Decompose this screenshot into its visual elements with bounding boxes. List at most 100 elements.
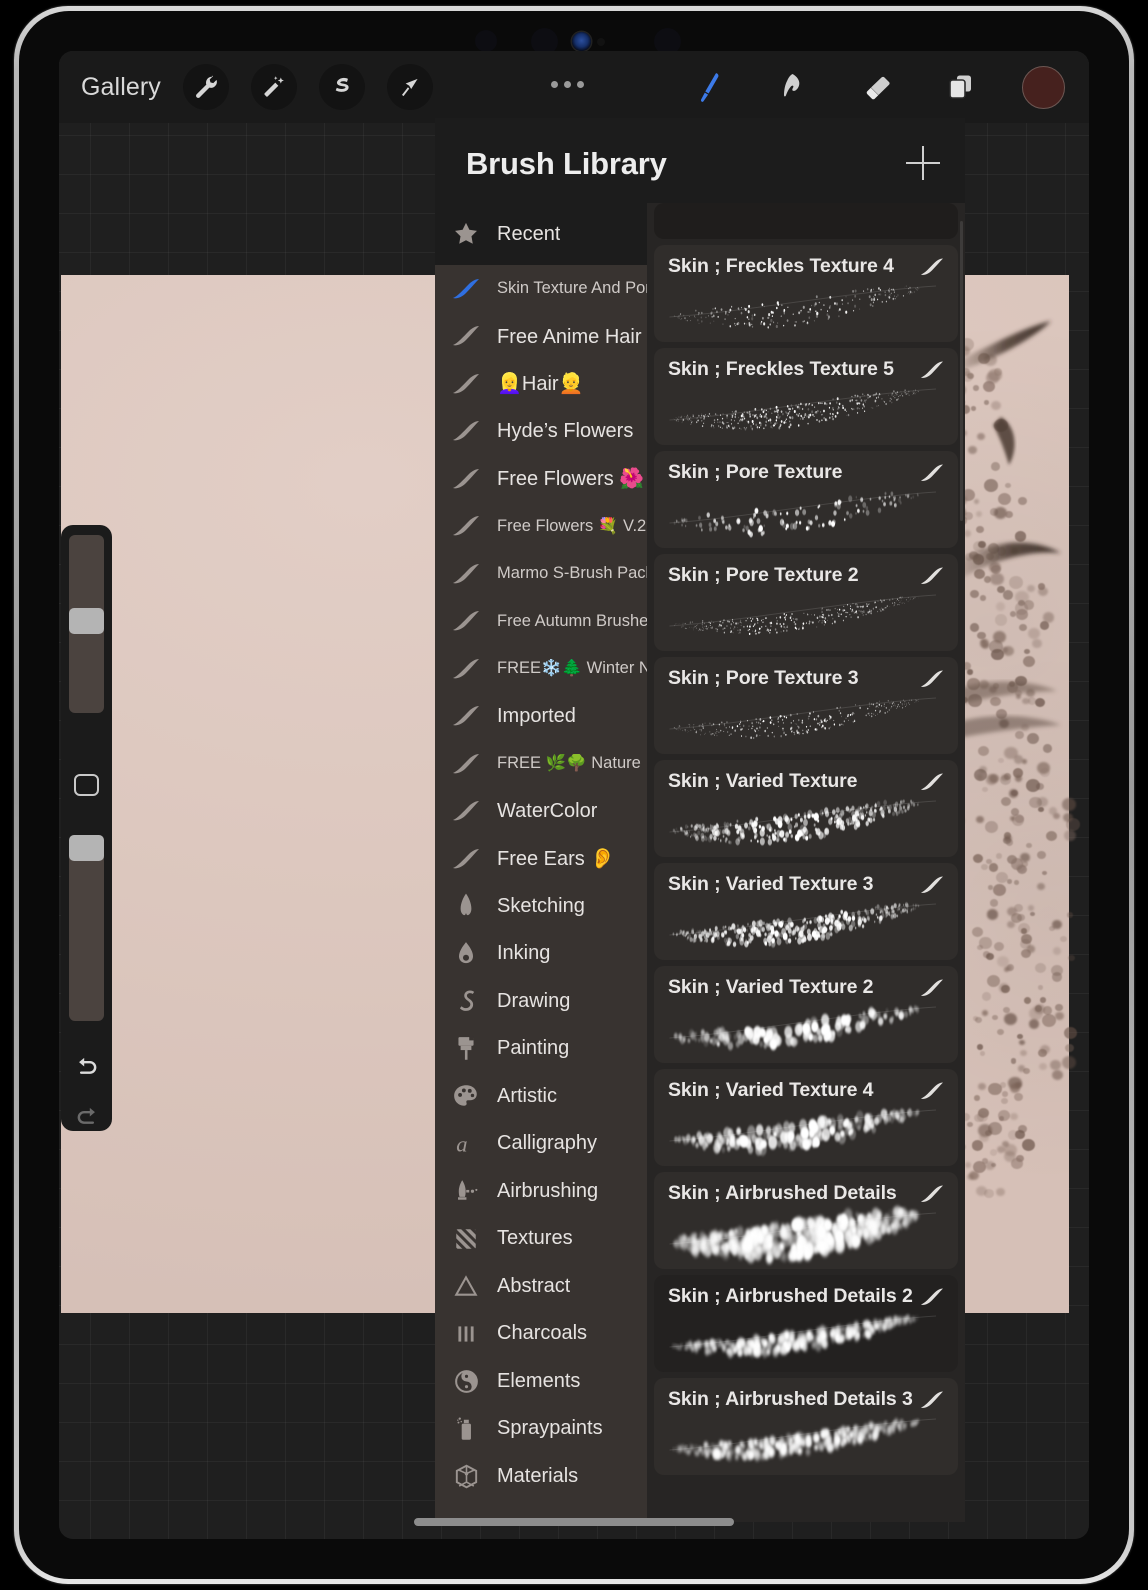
top-toolbar: Gallery <box>59 51 1089 123</box>
sidebar-item-sketching[interactable]: Sketching <box>435 883 647 931</box>
sidebar-item-imported[interactable]: Imported <box>435 693 647 741</box>
brush-swish-icon <box>435 608 497 634</box>
brush-item-name: Skin ; Pore Texture 3 <box>668 667 859 689</box>
sidebar-item-label: Free Anime Hair 👱‍♀️ <box>497 325 647 348</box>
brush-item[interactable]: Skin ; Airbrushed Details 2 <box>654 1275 958 1372</box>
brush-item[interactable]: Skin ; Airbrushed Details 3 <box>654 1378 958 1475</box>
brush-size-thumb[interactable] <box>69 607 104 634</box>
brush-swish-icon <box>435 276 497 302</box>
undo-button[interactable] <box>72 1053 102 1083</box>
scribble-icon <box>435 987 497 1015</box>
brush-item[interactable]: Skin ; Freckles Texture 4 <box>654 245 958 342</box>
brush-item-name: Skin ; Varied Texture 2 <box>668 976 874 998</box>
redo-button[interactable] <box>72 1103 102 1133</box>
brush-item-name: Skin ; Freckles Texture 5 <box>668 358 894 380</box>
brush-category-list[interactable]: Recent Skin Texture And Por… Free Anime Ha… <box>435 203 647 1522</box>
brush-swish-icon <box>435 561 497 587</box>
brush-item[interactable]: Skin ; Varied Texture 2 <box>654 966 958 1063</box>
brush-item[interactable]: Skin ; Pore Texture 2 <box>654 554 958 651</box>
smudge-icon <box>784 74 800 97</box>
modify-square-button[interactable] <box>74 774 99 796</box>
more-options-button[interactable] <box>551 81 584 88</box>
sidebar-item-free-nature[interactable]: FREE 🌿🌳 Nature <box>435 740 647 788</box>
color-swatch-button[interactable] <box>1022 65 1065 109</box>
brush-item[interactable]: Skin ; Freckles Texture 5 <box>654 348 958 445</box>
brush-item[interactable]: Skin ; Pore Texture 3 <box>654 657 958 754</box>
brush-library-header: Brush Library <box>435 118 965 203</box>
add-brush-set-button[interactable] <box>906 146 940 180</box>
erase-tool-button[interactable] <box>854 65 898 109</box>
sidebar-item-elements[interactable]: Elements <box>435 1358 647 1406</box>
brush-swish-icon <box>435 513 497 539</box>
sidebar-item-calligraphy[interactable]: a Calligraphy <box>435 1120 647 1168</box>
redo-icon <box>77 1107 95 1124</box>
brush-item[interactable]: Skin ; Airbrushed Details <box>654 1172 958 1269</box>
letter-a-icon: a <box>435 1130 497 1158</box>
sidebar-item-marmo-s-brush-pack[interactable]: Marmo S-Brush Pack <box>435 550 647 598</box>
sidebar-item-inking[interactable]: Inking <box>435 930 647 978</box>
brush-swish-icon <box>435 323 497 349</box>
sidebar-item-recent[interactable]: Recent <box>435 203 647 265</box>
brush-item-list[interactable]: Skin ; Freckles Texture 4 Skin ; Freckles… <box>647 203 965 1522</box>
sidebar-item-label: Sketching <box>497 894 585 917</box>
smudge-tool-button[interactable] <box>770 65 814 109</box>
home-indicator[interactable] <box>414 1518 734 1526</box>
dot-3 <box>577 81 584 88</box>
layers-button[interactable] <box>938 65 982 109</box>
brush-item[interactable] <box>654 203 958 239</box>
actions-wrench-button[interactable] <box>182 64 229 110</box>
brush-stroke-preview <box>654 786 958 856</box>
sidebar-item-textures[interactable]: Textures <box>435 1215 647 1263</box>
svg-text:a: a <box>456 1131 467 1156</box>
sidebar-item-charcoals[interactable]: Charcoals <box>435 1310 647 1358</box>
brush-swish-icon <box>918 874 946 901</box>
brush-swish-icon <box>918 256 946 283</box>
sidebar-item-airbrushing[interactable]: Airbrushing <box>435 1168 647 1216</box>
brush-item[interactable]: Skin ; Varied Texture 4 <box>654 1069 958 1166</box>
brush-item[interactable]: Skin ; Varied Texture <box>654 760 958 857</box>
sidebar-item-free-anime-hair[interactable]: Free Anime Hair 👱‍♀️ <box>435 313 647 361</box>
sidebar-item-free-winter-n[interactable]: FREE❄️🌲 Winter N… <box>435 645 647 693</box>
sidebar-item-label: Elements <box>497 1369 581 1392</box>
selection-button[interactable] <box>318 64 365 110</box>
brush-stroke-preview <box>654 374 958 444</box>
adjustments-button[interactable] <box>250 64 297 110</box>
sidebar-item-drawing[interactable]: Drawing <box>435 978 647 1026</box>
sidebar-item-skin-texture-and-por[interactable]: Skin Texture And Por… <box>435 265 647 313</box>
gallery-button[interactable]: Gallery <box>81 73 161 102</box>
ambient-light-sensor <box>597 38 605 46</box>
sidebar-item-free-flowers[interactable]: Free Flowers 🌺 <box>435 455 647 503</box>
pencil-tip-icon <box>435 892 497 920</box>
brush-item[interactable]: Skin ; Varied Texture 3 <box>654 863 958 960</box>
sidebar-item-materials[interactable]: Materials <box>435 1453 647 1501</box>
star-icon <box>435 220 497 248</box>
paint-tool-button[interactable] <box>686 65 730 109</box>
brush-stroke-preview <box>654 271 958 341</box>
sidebar-item-label: Charcoals <box>497 1322 588 1345</box>
sidebar-item-artistic[interactable]: Artistic <box>435 1073 647 1121</box>
dot-2 <box>564 81 571 88</box>
sidebar-item-label: Hyde’s Flowers <box>497 419 634 442</box>
brush-list-scrollbar[interactable] <box>960 221 963 521</box>
sidebar-item-painting[interactable]: Painting <box>435 1025 647 1073</box>
sidebar-item-abstract[interactable]: Abstract <box>435 1263 647 1311</box>
three-bars-icon <box>435 1321 497 1347</box>
wrench-icon <box>195 75 217 98</box>
spray-can-icon <box>435 1415 497 1443</box>
sidebar-item-spraypaints[interactable]: Spraypaints <box>435 1405 647 1453</box>
sidebar-item-free-flowers-v-2[interactable]: Free Flowers 💐 V.2 <box>435 503 647 551</box>
sidebar-item-free-autumn-brushes[interactable]: Free Autumn Brushes… <box>435 598 647 646</box>
transform-button[interactable] <box>386 64 433 110</box>
sidebar-item-hair[interactable]: 👱‍♀️Hair👱 <box>435 360 647 408</box>
brush-item-name: Skin ; Airbrushed Details <box>668 1182 897 1204</box>
brush-opacity-thumb[interactable] <box>69 835 104 861</box>
brush-item[interactable]: Skin ; Pore Texture <box>654 451 958 548</box>
sidebar-item-hyde-s-flowers[interactable]: Hyde’s Flowers <box>435 408 647 456</box>
brush-size-slider[interactable] <box>69 535 104 713</box>
sidebar-item-free-ears[interactable]: Free Ears 👂 <box>435 835 647 883</box>
brush-opacity-slider[interactable] <box>69 835 104 1021</box>
sidebar-item-watercolor[interactable]: WaterColor <box>435 788 647 836</box>
brush-swish-icon <box>918 462 946 489</box>
brush-stroke-preview <box>654 683 958 753</box>
brush-item-name: Skin ; Varied Texture 3 <box>668 873 874 895</box>
